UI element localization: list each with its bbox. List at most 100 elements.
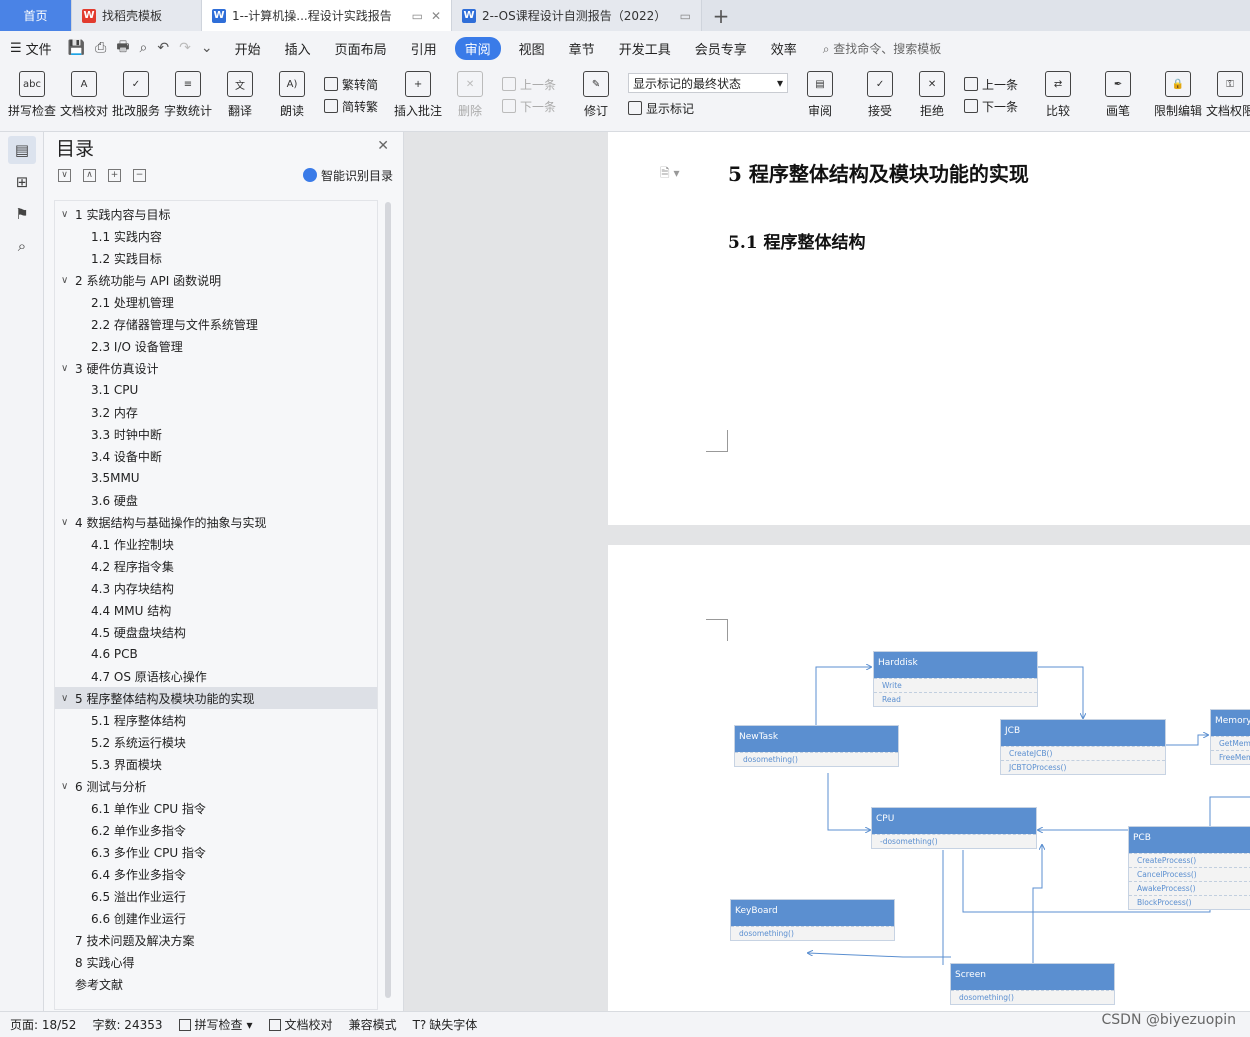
toc-scrollbar[interactable]: [385, 202, 391, 998]
undo-icon[interactable]: ↶: [157, 40, 169, 56]
menu-home[interactable]: 开始: [235, 37, 261, 60]
menu-references[interactable]: 引用: [411, 37, 437, 60]
track-changes-button[interactable]: ✎ 修订: [574, 71, 618, 119]
page-indicator[interactable]: 页面: 18/52: [10, 1016, 76, 1033]
chevron-down-icon[interactable]: ∨: [61, 363, 75, 374]
tab-template[interactable]: W 找稻壳模板: [72, 0, 202, 31]
accept-button[interactable]: ✓ 接受: [858, 71, 902, 119]
chevron-down-icon[interactable]: ∨: [61, 693, 75, 704]
insert-comment-button[interactable]: + 插入批注: [394, 71, 442, 119]
chevron-down-icon[interactable]: ∨: [61, 781, 75, 792]
status-spell-check[interactable]: 拼写检查 ▾: [178, 1016, 253, 1033]
toc-item[interactable]: 1.1 实践内容: [55, 225, 377, 247]
toc-item[interactable]: 4.6 PCB: [55, 643, 377, 665]
toc-item[interactable]: ∨ 3 硬件仿真设计: [55, 357, 377, 379]
toc-item[interactable]: 3.2 内存: [55, 401, 377, 423]
paragraph-menu-icon[interactable]: 🗎 ▾: [660, 164, 680, 185]
menu-member[interactable]: 会员专享: [695, 37, 747, 60]
delete-comment-button[interactable]: ✕ 删除: [448, 71, 492, 119]
toc-item[interactable]: 3.1 CPU: [55, 379, 377, 401]
word-count-indicator[interactable]: 字数: 24353: [92, 1016, 162, 1033]
toc-item[interactable]: 4.3 内存块结构: [55, 577, 377, 599]
tab-monitor-icon[interactable]: ▭: [680, 9, 691, 23]
toc-item[interactable]: 4.2 程序指令集: [55, 555, 377, 577]
save-icon[interactable]: 💾: [68, 40, 85, 56]
search-icon[interactable]: ⌕: [8, 232, 36, 260]
prev-change-button[interactable]: 上一条: [964, 73, 1018, 95]
toc-item[interactable]: 6.6 创建作业运行: [55, 907, 377, 929]
bookmark-icon[interactable]: ⚑: [8, 200, 36, 228]
menu-layout[interactable]: 页面布局: [335, 37, 387, 60]
toc-item[interactable]: 3.5MMU: [55, 467, 377, 489]
status-doc-check[interactable]: 文档校对: [268, 1016, 333, 1033]
restrict-edit-button[interactable]: 🔒 限制编辑: [1154, 71, 1202, 119]
doc-check-button[interactable]: A 文档校对: [60, 71, 108, 119]
toc-item[interactable]: 5.3 界面模块: [55, 753, 377, 775]
toc-item[interactable]: 7 技术问题及解决方案: [55, 929, 377, 951]
read-aloud-button[interactable]: A) 朗读: [270, 71, 314, 119]
toc-item[interactable]: 6.1 单作业 CPU 指令: [55, 797, 377, 819]
smart-toc-button[interactable]: 智能识别目录: [302, 167, 393, 184]
toc-item[interactable]: ∨ 6 测试与分析: [55, 775, 377, 797]
chevron-down-icon[interactable]: ∨: [61, 209, 75, 220]
show-markup-button[interactable]: 显示标记: [628, 97, 788, 119]
toc-item[interactable]: 2.2 存储器管理与文件系统管理: [55, 313, 377, 335]
toc-item[interactable]: 6.3 多作业 CPU 指令: [55, 841, 377, 863]
remove-heading-icon[interactable]: −: [133, 168, 146, 182]
toc-item[interactable]: 3.6 硬盘: [55, 489, 377, 511]
chevron-down-icon[interactable]: ∨: [61, 275, 75, 286]
spell-check-button[interactable]: abc 拼写检查: [8, 71, 56, 119]
toc-item[interactable]: 8 实践心得: [55, 951, 377, 973]
tab-document-1[interactable]: W 1--计算机操...程设计实践报告 ▭ ✕: [202, 0, 452, 31]
tab-document-2[interactable]: W 2--OS课程设计自测报告（2022） ▭: [452, 0, 702, 31]
translate-button[interactable]: 文翻译: [218, 71, 262, 119]
next-comment-button[interactable]: 下一条: [502, 95, 556, 117]
simp-to-trad-button[interactable]: 简转繁: [324, 95, 378, 117]
toc-item[interactable]: ∨ 1 实践内容与目标: [55, 203, 377, 225]
toc-item[interactable]: 3.3 时钟中断: [55, 423, 377, 445]
toc-item[interactable]: 4.7 OS 原语核心操作: [55, 665, 377, 687]
toc-item[interactable]: 5.1 程序整体结构: [55, 709, 377, 731]
menu-developer[interactable]: 开发工具: [619, 37, 671, 60]
toc-item[interactable]: 6.4 多作业多指令: [55, 863, 377, 885]
review-pane-button[interactable]: ▤ 审阅: [798, 71, 842, 119]
toc-item[interactable]: 2.3 I/O 设备管理: [55, 335, 377, 357]
toc-item[interactable]: 1.2 实践目标: [55, 247, 377, 269]
quick-access-dropdown-icon[interactable]: ⌄: [201, 40, 213, 56]
toc-item[interactable]: ∨ 4 数据结构与基础操作的抽象与实现: [55, 511, 377, 533]
command-search[interactable]: ⌕ 查找命令、搜索模板: [823, 40, 942, 57]
menu-insert[interactable]: 插入: [285, 37, 311, 60]
menu-section[interactable]: 章节: [569, 37, 595, 60]
pen-button[interactable]: ✒ 画笔: [1096, 71, 1140, 119]
toc-item[interactable]: ∨ 5 程序整体结构及模块功能的实现: [55, 687, 377, 709]
toc-item[interactable]: 6.5 溢出作业运行: [55, 885, 377, 907]
toc-item[interactable]: 4.1 作业控制块: [55, 533, 377, 555]
prev-comment-button[interactable]: 上一条: [502, 73, 556, 95]
toc-item[interactable]: 5.2 系统运行模块: [55, 731, 377, 753]
toc-panel-icon[interactable]: ▤: [8, 136, 36, 164]
collapse-all-icon[interactable]: ∨: [58, 168, 71, 182]
close-icon[interactable]: ✕: [377, 138, 389, 154]
toc-item[interactable]: ∨ 2 系统功能与 API 函数说明: [55, 269, 377, 291]
toc-item[interactable]: 6.2 单作业多指令: [55, 819, 377, 841]
expand-all-icon[interactable]: ∧: [83, 168, 96, 182]
toc-item[interactable]: 参考文献: [55, 973, 377, 995]
missing-font-button[interactable]: T? 缺失字体: [413, 1016, 478, 1033]
tab-home[interactable]: 首页: [0, 0, 72, 31]
print-preview-icon[interactable]: ⌕: [140, 40, 148, 56]
toc-item[interactable]: 2.1 处理机管理: [55, 291, 377, 313]
doc-permission-button[interactable]: ⚿ 文档权限: [1206, 71, 1250, 119]
print-icon[interactable]: 🖶: [116, 36, 129, 60]
next-change-button[interactable]: 下一条: [964, 95, 1018, 117]
tab-monitor-icon[interactable]: ▭: [412, 9, 423, 23]
reject-button[interactable]: ✕ 拒绝: [910, 71, 954, 119]
add-heading-icon[interactable]: +: [108, 168, 121, 182]
redo-icon[interactable]: ↷: [179, 40, 191, 56]
chevron-down-icon[interactable]: ∨: [61, 517, 75, 528]
menu-efficiency[interactable]: 效率: [771, 37, 797, 60]
compare-button[interactable]: ⇄ 比较: [1036, 71, 1080, 119]
tab-close-icon[interactable]: ✕: [431, 9, 441, 23]
trad-to-simp-button[interactable]: 繁转简: [324, 73, 378, 95]
toc-item[interactable]: 4.4 MMU 结构: [55, 599, 377, 621]
file-menu[interactable]: ☰ 文件: [10, 39, 52, 58]
